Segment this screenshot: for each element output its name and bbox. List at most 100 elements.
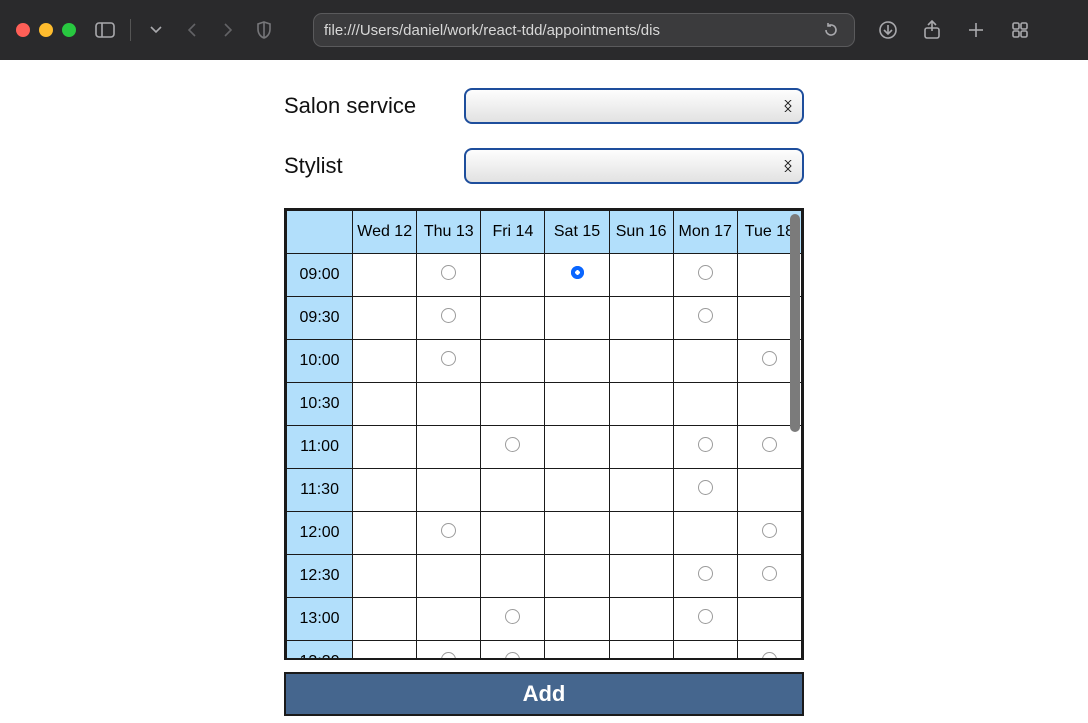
traffic-lights: [16, 23, 76, 37]
slot-cell[interactable]: [737, 555, 801, 598]
slot-cell[interactable]: [673, 254, 737, 297]
slot-radio[interactable]: [698, 308, 713, 323]
slot-cell[interactable]: [481, 426, 545, 469]
slot-cell: [609, 383, 673, 426]
table-row: 09:00: [287, 254, 802, 297]
slot-cell[interactable]: [673, 297, 737, 340]
slot-cell[interactable]: [737, 512, 801, 555]
slot-cell: [481, 469, 545, 512]
slot-radio[interactable]: [762, 652, 777, 660]
slot-radio[interactable]: [505, 437, 520, 452]
toolbar-right: [875, 17, 1033, 43]
slot-radio[interactable]: [441, 351, 456, 366]
slot-cell[interactable]: [673, 426, 737, 469]
page-body: Salon service Stylist: [0, 60, 1088, 716]
schedule-corner-cell: [287, 211, 353, 254]
toolbar-separator: [130, 19, 131, 41]
tab-overview-button[interactable]: [1007, 17, 1033, 43]
back-button[interactable]: [179, 17, 205, 43]
salon-service-select[interactable]: [464, 88, 804, 124]
slot-radio[interactable]: [698, 566, 713, 581]
add-button[interactable]: Add: [284, 672, 804, 716]
slot-cell[interactable]: [673, 598, 737, 641]
reload-button[interactable]: [818, 17, 844, 43]
slot-cell: [545, 383, 609, 426]
url-text: file:///Users/daniel/work/react-tdd/appo…: [324, 22, 812, 39]
fullscreen-window-button[interactable]: [62, 23, 76, 37]
slot-radio[interactable]: [762, 351, 777, 366]
slot-radio[interactable]: [762, 523, 777, 538]
slot-cell[interactable]: [417, 297, 481, 340]
minimize-window-button[interactable]: [39, 23, 53, 37]
slot-radio[interactable]: [441, 523, 456, 538]
time-header: 12:30: [287, 555, 353, 598]
time-header: 09:30: [287, 297, 353, 340]
slot-radio[interactable]: [698, 480, 713, 495]
slot-cell: [417, 598, 481, 641]
slot-radio[interactable]: [441, 308, 456, 323]
slot-cell: [353, 426, 417, 469]
time-header: 11:30: [287, 469, 353, 512]
browser-chrome: file:///Users/daniel/work/react-tdd/appo…: [0, 0, 1088, 60]
downloads-button[interactable]: [875, 17, 901, 43]
slot-radio[interactable]: [698, 609, 713, 624]
time-header: 09:00: [287, 254, 353, 297]
slot-cell: [545, 426, 609, 469]
schedule-container: Wed 12Thu 13Fri 14Sat 15Sun 16Mon 17Tue …: [284, 208, 804, 660]
slot-radio[interactable]: [698, 437, 713, 452]
slot-cell[interactable]: [417, 512, 481, 555]
table-row: 11:00: [287, 426, 802, 469]
slot-cell[interactable]: [545, 254, 609, 297]
slot-radio[interactable]: [505, 609, 520, 624]
salon-service-label: Salon service: [284, 93, 416, 118]
slot-radio[interactable]: [698, 265, 713, 280]
day-header: Fri 14: [481, 211, 545, 254]
day-header: Wed 12: [353, 211, 417, 254]
table-row: 13:00: [287, 598, 802, 641]
slot-radio[interactable]: [505, 652, 520, 660]
schedule-scrollbar[interactable]: [790, 214, 800, 432]
slot-radio[interactable]: [441, 652, 456, 660]
schedule-table: Wed 12Thu 13Fri 14Sat 15Sun 16Mon 17Tue …: [286, 210, 802, 660]
forward-button[interactable]: [215, 17, 241, 43]
slot-cell[interactable]: [417, 641, 481, 661]
slot-cell[interactable]: [481, 641, 545, 661]
slot-cell[interactable]: [737, 641, 801, 661]
slot-cell: [353, 598, 417, 641]
share-button[interactable]: [919, 17, 945, 43]
slot-cell: [609, 641, 673, 661]
slot-cell[interactable]: [737, 426, 801, 469]
slot-cell[interactable]: [417, 340, 481, 383]
sidebar-toggle-button[interactable]: [92, 17, 118, 43]
schedule-header-row: Wed 12Thu 13Fri 14Sat 15Sun 16Mon 17Tue …: [287, 211, 802, 254]
stylist-label: Stylist: [284, 153, 343, 178]
day-header: Sun 16: [609, 211, 673, 254]
slot-radio[interactable]: [441, 265, 456, 280]
slot-radio-selected[interactable]: [571, 266, 584, 279]
slot-radio[interactable]: [762, 437, 777, 452]
new-tab-button[interactable]: [963, 17, 989, 43]
day-header: Thu 13: [417, 211, 481, 254]
privacy-shield-icon[interactable]: [251, 17, 277, 43]
slot-cell[interactable]: [481, 598, 545, 641]
time-header: 12:00: [287, 512, 353, 555]
slot-radio[interactable]: [762, 566, 777, 581]
close-window-button[interactable]: [16, 23, 30, 37]
slot-cell: [481, 297, 545, 340]
address-bar[interactable]: file:///Users/daniel/work/react-tdd/appo…: [313, 13, 855, 47]
slot-cell[interactable]: [673, 469, 737, 512]
slot-cell: [481, 555, 545, 598]
slot-cell[interactable]: [673, 555, 737, 598]
stylist-select[interactable]: [464, 148, 804, 184]
time-header: 10:30: [287, 383, 353, 426]
tab-group-dropdown-button[interactable]: [143, 17, 169, 43]
slot-cell: [545, 340, 609, 383]
slot-cell[interactable]: [417, 254, 481, 297]
slot-cell: [609, 254, 673, 297]
slot-cell: [545, 469, 609, 512]
slot-cell: [353, 641, 417, 661]
table-row: 09:30: [287, 297, 802, 340]
slot-cell: [545, 555, 609, 598]
slot-cell: [545, 641, 609, 661]
table-row: 10:00: [287, 340, 802, 383]
